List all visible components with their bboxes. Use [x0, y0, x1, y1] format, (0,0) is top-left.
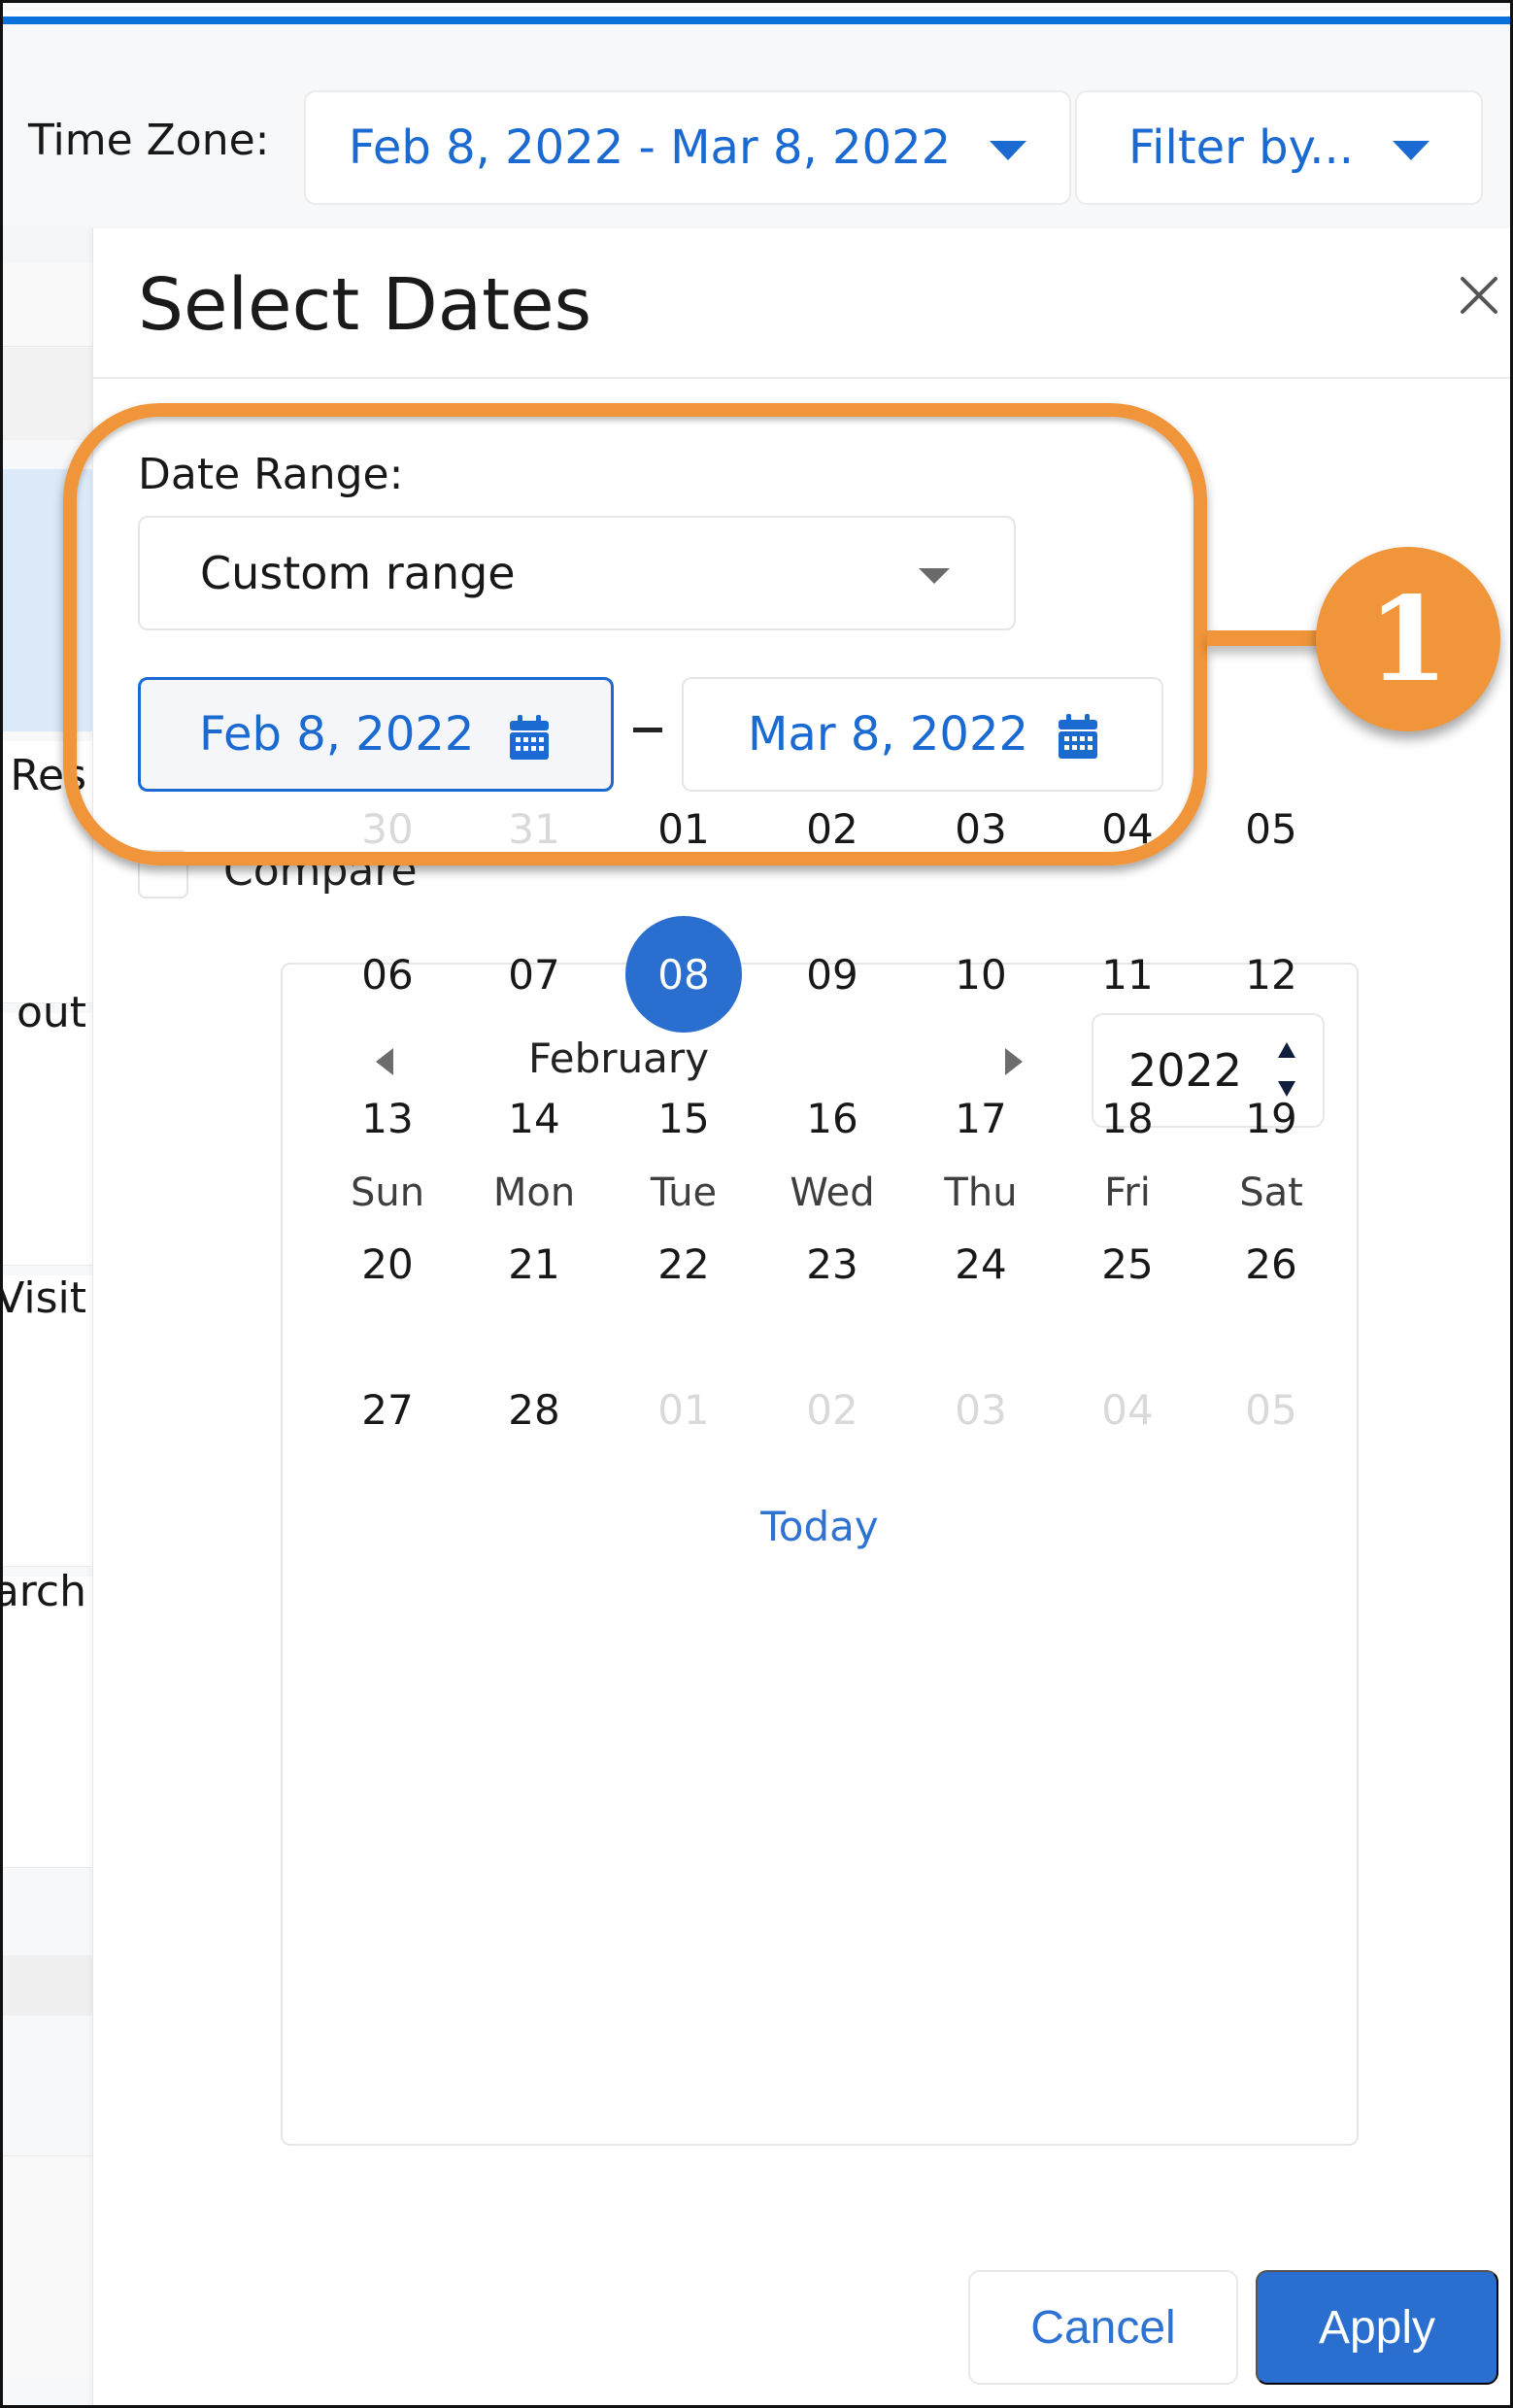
caret-down-icon — [919, 568, 950, 584]
calendar-day[interactable]: 14 — [476, 1060, 592, 1176]
date-range-value: Feb 8, 2022 - Mar 8, 2022 — [348, 120, 952, 175]
list-item-label: arch — [0, 1567, 86, 1616]
calendar-day[interactable]: 02 — [774, 1351, 891, 1468]
list-row — [3, 263, 92, 347]
list-item-label: Visit — [0, 1273, 86, 1323]
list-row-selected[interactable]: ⋮ — [3, 469, 106, 731]
calendar-day-selected[interactable]: 08 — [625, 916, 742, 1033]
calendar-day[interactable]: 19 — [1213, 1060, 1329, 1176]
calendar-day[interactable]: 01 — [625, 770, 742, 887]
drag-handle-icon[interactable]: ⋮ — [84, 829, 106, 850]
list-row[interactable]: out ⋮ — [3, 988, 106, 1266]
calendar-day[interactable]: 18 — [1069, 1060, 1186, 1176]
calendar-icon[interactable] — [1059, 714, 1097, 759]
date-range-select[interactable]: Custom range — [138, 516, 1016, 630]
calendar-day[interactable]: 25 — [1069, 1205, 1186, 1322]
chevron-down-icon — [1392, 141, 1429, 160]
time-zone-label: Time Zone: — [28, 116, 270, 165]
calendar-day[interactable]: 16 — [774, 1060, 891, 1176]
calendar-day[interactable]: 05 — [1213, 770, 1329, 887]
list-item-label: out — [16, 988, 86, 1037]
drag-handle-icon[interactable]: ⋮ — [84, 1334, 106, 1355]
calendar-day[interactable]: 09 — [774, 916, 891, 1033]
calendar-day[interactable]: 22 — [625, 1205, 742, 1322]
list-row[interactable]: arch ⋮ — [3, 1567, 106, 1868]
calendar-day[interactable]: 06 — [329, 916, 446, 1033]
today-link[interactable]: Today — [283, 1503, 1357, 1550]
calendar-icon[interactable] — [510, 715, 549, 760]
calendar-day[interactable]: 13 — [329, 1060, 446, 1176]
list-row[interactable]: Visit ⋮ — [0, 1273, 106, 1567]
calendar-day[interactable]: 04 — [1069, 770, 1186, 887]
select-dates-dialog: Select Dates Date Range: Custom range Fe… — [92, 228, 1510, 2405]
end-date-value: Mar 8, 2022 — [748, 707, 1029, 762]
chevron-down-icon — [990, 141, 1027, 160]
date-range-label: Date Range: — [138, 450, 404, 499]
calendar-day[interactable]: 07 — [476, 916, 592, 1033]
calendar-day[interactable]: 28 — [476, 1351, 592, 1468]
header-divider — [93, 377, 1510, 379]
app-window: Time Zone: Feb 8, 2022 - Mar 8, 2022 Fil… — [0, 0, 1513, 2408]
calendar-day[interactable]: 11 — [1069, 916, 1186, 1033]
calendar-day[interactable]: 26 — [1213, 1205, 1329, 1322]
increment-year-icon[interactable] — [1278, 1042, 1295, 1058]
calendar-day[interactable]: 30 — [329, 770, 446, 887]
date-range-dropdown[interactable]: Feb 8, 2022 - Mar 8, 2022 — [304, 90, 1071, 205]
list-item-label: a Res — [3, 751, 86, 800]
calendar-day[interactable]: 05 — [1213, 1351, 1329, 1468]
end-date-input[interactable]: Mar 8, 2022 — [682, 677, 1163, 792]
close-icon — [1461, 277, 1497, 314]
filter-by-label: Filter by... — [1128, 120, 1354, 175]
calendar-day[interactable]: 03 — [923, 770, 1039, 887]
calendar-day[interactable]: 10 — [923, 916, 1039, 1033]
list-row — [3, 226, 92, 263]
drag-handle-icon[interactable]: ⋮ — [84, 1625, 106, 1646]
top-accent-bar — [3, 11, 1510, 24]
range-separator — [633, 728, 662, 732]
calendar-day[interactable]: 21 — [476, 1205, 592, 1322]
calendar-day[interactable]: 12 — [1213, 916, 1329, 1033]
calendar-day[interactable]: 15 — [625, 1060, 742, 1176]
drag-handle-icon[interactable]: ⋮ — [84, 1120, 106, 1141]
cancel-button[interactable]: Cancel — [968, 2270, 1238, 2385]
calendar-day[interactable]: 02 — [774, 770, 891, 887]
calendar-day[interactable]: 20 — [329, 1205, 446, 1322]
calendar-day[interactable]: 17 — [923, 1060, 1039, 1176]
calendar-day[interactable]: 01 — [625, 1351, 742, 1468]
list-row[interactable]: a Res ⋮ — [3, 741, 106, 1003]
calendar-day[interactable]: 24 — [923, 1205, 1039, 1322]
list-row — [3, 1955, 92, 2016]
compare-checkbox[interactable] — [138, 850, 188, 899]
calendar-day[interactable]: 23 — [774, 1205, 891, 1322]
calendar-day[interactable]: 03 — [923, 1351, 1039, 1468]
close-button[interactable] — [1457, 273, 1501, 318]
apply-button[interactable]: Apply — [1256, 2270, 1498, 2385]
list-row — [3, 348, 92, 440]
calendar-day[interactable]: 31 — [476, 770, 592, 887]
dialog-title: Select Dates — [138, 263, 592, 347]
date-range-selected-value: Custom range — [200, 547, 516, 599]
drag-handle-icon[interactable]: ⋮ — [84, 634, 106, 656]
calendar-day[interactable]: 04 — [1069, 1351, 1186, 1468]
calendar: February 2022 Sun Mon Tue Wed Thu Fri Sat 30 31… — [281, 805, 1359, 2146]
start-date-value: Feb 8, 2022 — [199, 707, 475, 762]
calendar-day[interactable]: 27 — [329, 1351, 446, 1468]
list-row — [3, 2155, 92, 2379]
filter-by-dropdown[interactable]: Filter by... — [1075, 90, 1483, 205]
background-list: ⋮ a Res ⋮ out ⋮ Visit ⋮ arch ⋮ — [0, 226, 106, 2405]
